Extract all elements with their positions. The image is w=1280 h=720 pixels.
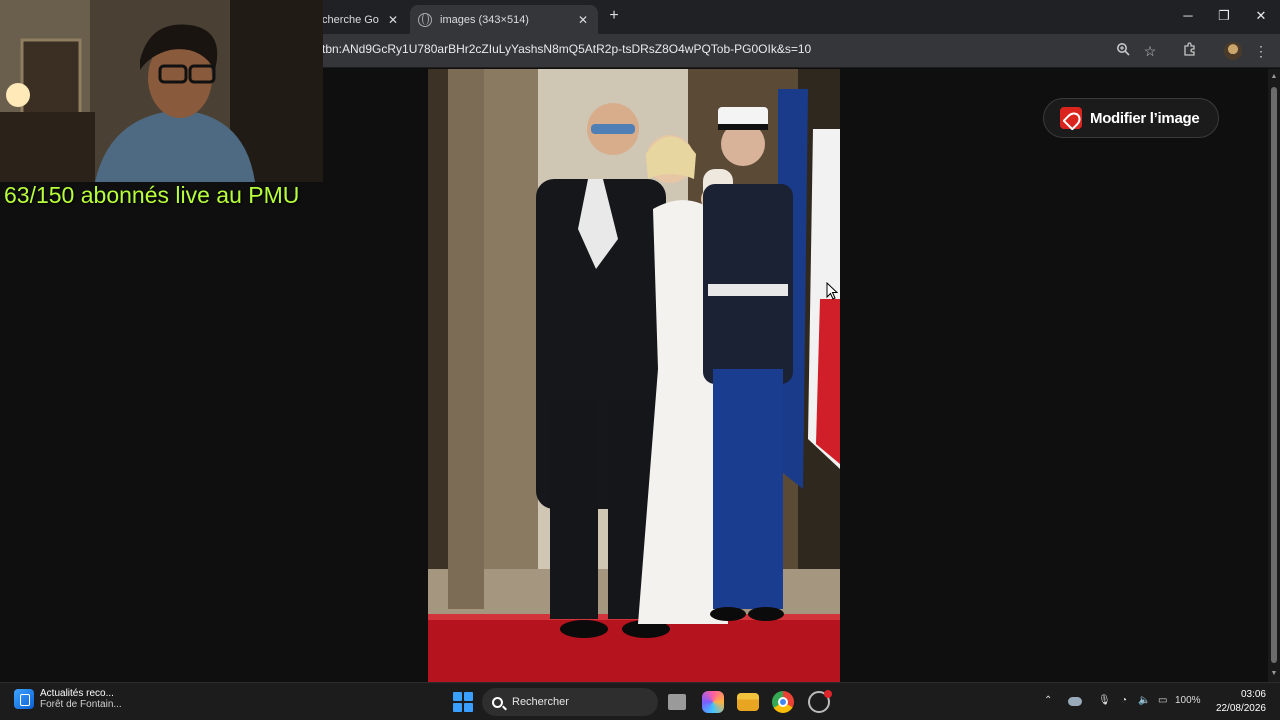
news-widget[interactable]: Actualités reco... Forêt de Fontain... (14, 688, 122, 710)
profile-avatar[interactable] (1224, 42, 1242, 60)
volume-icon[interactable]: 🔈 (1138, 695, 1150, 706)
taskbar-search[interactable]: Rechercher (482, 688, 658, 716)
file-explorer-icon[interactable] (737, 693, 759, 711)
system-clock[interactable]: 03:06 22/08/2026 (1212, 688, 1266, 716)
news-icon (14, 689, 34, 709)
windows-taskbar: Actualités reco... Forêt de Fontain... R… (0, 682, 1280, 720)
scroll-up-icon[interactable]: ▲ (1268, 71, 1280, 83)
tab-images[interactable]: images (343×514) ✕ (410, 5, 598, 34)
close-window-icon[interactable]: ✕ (1243, 2, 1279, 30)
photo-content (428, 69, 840, 682)
mouse-cursor-icon (826, 282, 838, 300)
news-subtitle: Forêt de Fontain... (40, 699, 122, 710)
webcam-feed (0, 0, 323, 182)
displayed-image[interactable] (428, 69, 840, 682)
close-tab-icon[interactable]: ✕ (576, 13, 590, 27)
menu-kebab-icon[interactable]: ⋮ (1251, 41, 1271, 61)
globe-icon (418, 12, 432, 27)
close-tab-icon[interactable]: ✕ (386, 13, 400, 27)
clock-date: 22/08/2026 (1215, 703, 1266, 714)
task-view-icon[interactable] (668, 694, 686, 710)
scroll-down-icon[interactable]: ▼ (1268, 668, 1280, 680)
bookmark-star-icon[interactable]: ☆ (1140, 41, 1160, 61)
tab-label: images (343×514) (440, 13, 529, 26)
zoom-icon[interactable] (1113, 41, 1133, 61)
wifi-icon[interactable]: ◔ (1121, 695, 1127, 706)
battery-percent: 100% (1175, 695, 1201, 706)
modify-image-button[interactable]: Modifier l’image (1043, 98, 1219, 138)
search-icon (492, 696, 503, 708)
acrobat-pdf-icon (1060, 107, 1082, 129)
screen: Recherche Go ✕ images (343×514) ✕ + ─ ❐ … (0, 0, 1280, 720)
vertical-scrollbar[interactable]: ▲ ▼ (1268, 69, 1280, 682)
search-placeholder: Rechercher (512, 696, 569, 708)
stream-overlay-text: 63/150 abonnés live au PMU (4, 182, 300, 208)
address-bar[interactable]: tbn:ANd9GcRy1U780arBHr2cZIuLyYashsN8mQ5A… (322, 42, 811, 56)
copilot-icon[interactable] (702, 691, 724, 713)
onedrive-icon[interactable] (1068, 697, 1082, 706)
new-tab-icon[interactable]: + (604, 6, 624, 26)
minimize-icon[interactable]: ─ (1170, 2, 1206, 30)
extensions-icon[interactable] (1180, 41, 1200, 61)
microphone-icon[interactable]: 🎙 (1098, 695, 1111, 706)
battery-icon[interactable]: ▭ (1158, 695, 1167, 706)
clock-time: 03:06 (1240, 689, 1266, 700)
obs-icon[interactable] (808, 690, 832, 713)
modify-image-label: Modifier l’image (1090, 109, 1200, 127)
news-title: Actualités reco... (40, 688, 114, 699)
tray-overflow-chevron-icon[interactable]: ⌃ (1044, 695, 1052, 706)
chrome-icon[interactable] (772, 691, 794, 713)
scrollbar-thumb[interactable] (1271, 87, 1277, 663)
restore-icon[interactable]: ❐ (1206, 2, 1242, 30)
windows-start-icon[interactable] (453, 692, 473, 712)
